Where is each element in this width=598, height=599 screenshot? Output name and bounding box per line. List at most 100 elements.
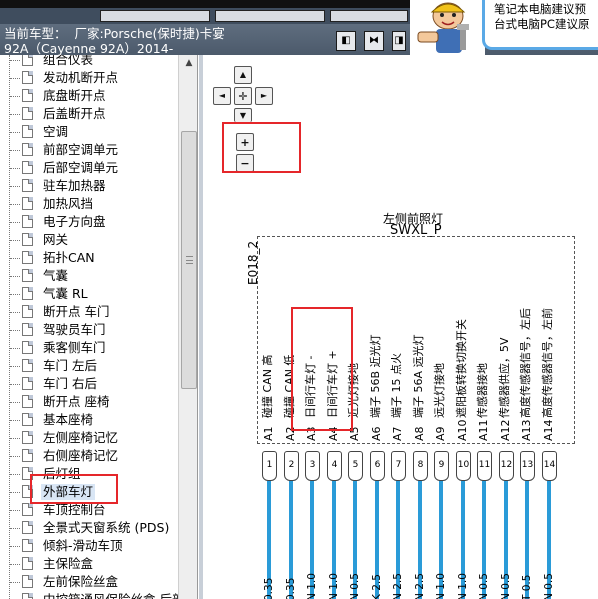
document-icon (22, 521, 33, 534)
connector-pin[interactable]: 6 (370, 451, 385, 481)
sidebar-item-label: 驻车加热器 (43, 178, 106, 193)
sidebar-item[interactable]: 乘客侧车门 (0, 339, 180, 357)
pin-description: 端子 15 点火 (390, 353, 403, 418)
pin-description: 高度传感器信号，左后 (519, 308, 532, 418)
document-icon (22, 593, 33, 599)
sidebar-item[interactable]: 左前保险丝盒 (0, 573, 180, 591)
document-icon (22, 323, 33, 336)
sidebar-item[interactable]: 车门 右后 (0, 375, 180, 393)
pan-right-button[interactable]: ► (255, 87, 273, 105)
pin-description: 传感器供应，5V (498, 337, 511, 418)
pan-down-button[interactable]: ▼ (234, 108, 252, 122)
connector-pin[interactable]: 9 (434, 451, 449, 481)
menu-tab[interactable] (330, 10, 408, 22)
next-page-button[interactable]: ◨ (392, 31, 406, 51)
document-icon (22, 359, 33, 372)
connector-pin[interactable]: 4 (327, 451, 342, 481)
sidebar-item[interactable]: 断开点 车门 (0, 303, 180, 321)
sidebar-item-label: 拓扑CAN (43, 250, 95, 265)
sidebar-item[interactable]: 气囊 RL (0, 285, 180, 303)
connector-pin[interactable]: 11 (477, 451, 492, 481)
sidebar-item[interactable]: 基本座椅 (0, 411, 180, 429)
sidebar-scrollbar[interactable]: ▲ (178, 55, 197, 599)
connector-pin[interactable]: 8 (413, 451, 428, 481)
arrow-right-icon: ► (260, 91, 268, 100)
top-black-bar (0, 0, 410, 8)
connector-pin[interactable]: 14 (542, 451, 557, 481)
sidebar-item[interactable]: 电子方向盘 (0, 213, 180, 231)
sidebar-item[interactable]: 车门 左后 (0, 357, 180, 375)
connector-pin[interactable]: 13 (520, 451, 535, 481)
document-icon (22, 197, 33, 210)
tree-branch (10, 150, 20, 151)
connector-pin[interactable]: 5 (348, 451, 363, 481)
pin-description: 碰撞 CAN 高 (261, 354, 274, 418)
pan-center-button[interactable]: ✛ (234, 87, 252, 105)
menu-strip (0, 8, 410, 24)
sidebar-item[interactable]: 后盖断开点 (0, 105, 180, 123)
connector-pin[interactable]: 1 (262, 451, 277, 481)
connector-pin[interactable]: 3 (305, 451, 320, 481)
menu-tab[interactable] (100, 10, 210, 22)
menu-tab[interactable] (215, 10, 325, 22)
vehicle-line2: 92A（Cayenne 92A）2014- (4, 41, 174, 56)
fit-view-button[interactable]: ⧓ (364, 31, 384, 51)
sidebar-item[interactable]: 左侧座椅记忆 (0, 429, 180, 447)
scrollbar-thumb[interactable] (181, 131, 197, 389)
wire-label: T 0.5 (521, 574, 533, 599)
sidebar-item[interactable]: 驻车加热器 (0, 177, 180, 195)
sidebar-item[interactable]: 空调 (0, 123, 180, 141)
pin-id: A14 (542, 419, 555, 441)
pan-left-button[interactable]: ◄ (213, 87, 231, 105)
tree-branch (10, 456, 20, 457)
pane-splitter[interactable] (199, 55, 203, 599)
sidebar-item[interactable]: 倾斜-滑动车顶 (0, 537, 180, 555)
sidebar-item[interactable]: 发动机断开点 (0, 69, 180, 87)
sidebar-item[interactable]: 气囊 (0, 267, 180, 285)
tree-branch (10, 438, 20, 439)
sidebar-item[interactable]: 主保险盒 (0, 555, 180, 573)
sidebar-item[interactable]: 后部空调单元 (0, 159, 180, 177)
sidebar-item-label: 车门 右后 (43, 376, 97, 391)
sidebar-item[interactable]: 组合仪表 (0, 55, 180, 69)
tree-branch (10, 348, 20, 349)
sidebar-item[interactable]: 右侧座椅记忆 (0, 447, 180, 465)
sidebar-item-label: 气囊 (43, 268, 69, 283)
sidebar-item[interactable]: 网关 (0, 231, 180, 249)
sidebar-item[interactable]: 中控箱通风保险丝盒 后部 (0, 591, 184, 599)
sidebar-item-label: 主保险盒 (43, 556, 94, 571)
sidebar-item-label: 发动机断开点 (43, 70, 119, 85)
wire-label: 0.35 (263, 577, 275, 599)
sidebar-item[interactable]: 拓扑CAN (0, 249, 180, 267)
sidebar-item[interactable]: 底盘断开点 (0, 87, 180, 105)
sidebar-item[interactable]: 驾驶员车门 (0, 321, 180, 339)
connector-pin[interactable]: 10 (456, 451, 471, 481)
sidebar-item-label: 车门 左后 (43, 358, 97, 373)
arrow-up-icon: ▲ (239, 70, 247, 79)
sidebar-item[interactable]: 全景式天窗系统 (PDS) (0, 519, 180, 537)
diagram-canvas[interactable]: ▲ ◄ ✛ ► ▼ + − 左侧前照灯 SWXL_P E018_2 碰撞 CAN… (199, 55, 598, 599)
sidebar-item-label: 断开点 座椅 (43, 394, 110, 409)
connector-pin[interactable]: 7 (391, 451, 406, 481)
document-icon (22, 395, 33, 408)
document-icon (22, 575, 33, 588)
pan-up-button[interactable]: ▲ (234, 66, 252, 84)
document-icon (22, 557, 33, 570)
prev-page-button[interactable]: ◧ (336, 31, 356, 51)
arrow-left-icon: ◄ (218, 91, 226, 100)
pin-description: 高度传感器信号，左前 (541, 308, 554, 418)
sidebar-item-label: 基本座椅 (43, 412, 94, 427)
sidebar-item[interactable]: 前部空调单元 (0, 141, 180, 159)
document-icon (22, 215, 33, 228)
connector-pin[interactable]: 12 (499, 451, 514, 481)
document-icon (22, 305, 33, 318)
document-icon (22, 341, 33, 354)
connector-pin[interactable]: 2 (284, 451, 299, 481)
connector-ref: E018_2 (246, 240, 260, 285)
scroll-up-arrow-icon[interactable]: ▲ (180, 55, 197, 71)
sidebar-item[interactable]: 加热风挡 (0, 195, 180, 213)
tree-branch (10, 258, 20, 259)
mascot-icon (417, 2, 469, 53)
pin-description: 端子 56B 近光灯 (369, 334, 382, 418)
sidebar-item[interactable]: 断开点 座椅 (0, 393, 180, 411)
